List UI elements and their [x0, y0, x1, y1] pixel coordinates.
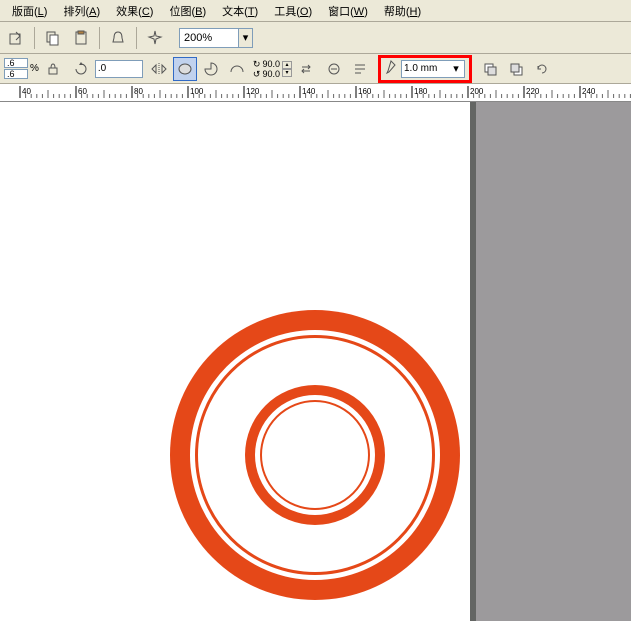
arc-icon: [229, 62, 245, 76]
to-front-icon: [483, 62, 497, 76]
pen-icon: [385, 60, 397, 77]
size-y-input[interactable]: [4, 69, 28, 79]
toolbar-button-5[interactable]: [143, 26, 167, 50]
property-bar: % ↻90.0 ↺90.0 ▴▾ 1.0 mm ▾: [0, 54, 631, 84]
to-front-button[interactable]: [478, 57, 502, 81]
swap-icon: [299, 62, 313, 76]
menu-label: 窗口: [328, 6, 350, 18]
convert-icon: [327, 62, 341, 76]
toolbar-button-2[interactable]: [41, 26, 65, 50]
outline-width-combo[interactable]: 1.0 mm ▾: [401, 60, 465, 78]
align-button[interactable]: [348, 57, 372, 81]
outline-width-highlight: 1.0 mm ▾: [378, 55, 472, 83]
menu-bitmap[interactable]: 位图(B): [161, 1, 214, 21]
menu-help[interactable]: 帮助(H): [376, 1, 429, 21]
toolbar-button-4[interactable]: [106, 26, 130, 50]
to-back-button[interactable]: [504, 57, 528, 81]
copy-icon: [45, 30, 61, 46]
menu-label: 版面: [12, 6, 34, 18]
menu-label: 文本: [222, 6, 244, 18]
menu-label: 排列: [63, 6, 85, 18]
toolbar-button-1[interactable]: [4, 26, 28, 50]
canvas[interactable]: [0, 102, 631, 621]
percent-label: %: [30, 63, 39, 74]
menu-tools[interactable]: 工具(O): [266, 1, 320, 21]
menu-label: 工具: [274, 6, 296, 18]
rotation-input[interactable]: [95, 60, 143, 78]
angle-group: ↻90.0 ↺90.0: [253, 59, 280, 79]
svg-text:240: 240: [582, 87, 596, 96]
align-icon: [353, 62, 367, 76]
angle-ccw-icon: ↺: [253, 69, 261, 79]
direction-button[interactable]: [294, 57, 318, 81]
angle2-value: 90.0: [262, 69, 280, 79]
svg-text:180: 180: [414, 87, 428, 96]
main-toolbar: ▾: [0, 22, 631, 54]
arc-button[interactable]: [225, 57, 249, 81]
angle1-value: 90.0: [262, 59, 280, 69]
svg-text:200: 200: [470, 87, 484, 96]
menu-label: 帮助: [384, 6, 406, 18]
pie-icon: [203, 62, 219, 76]
toolbar-separator: [99, 27, 100, 49]
mirror-h-button[interactable]: [147, 57, 171, 81]
chevron-down-icon[interactable]: ▾: [450, 62, 462, 75]
svg-text:140: 140: [302, 87, 316, 96]
toolbar-button-3[interactable]: [69, 26, 93, 50]
ellipse-tool-button[interactable]: [173, 57, 197, 81]
svg-text:40: 40: [22, 87, 31, 96]
menu-bar: 版面(L) 排列(A) 效果(C) 位图(B) 文本(T) 工具(O) 窗口(W…: [0, 0, 631, 22]
spinner-down-icon[interactable]: ▾: [282, 69, 292, 77]
ruler-ticks: 40 60 80 100 120 140 160 180 200 220 240: [0, 84, 631, 102]
svg-text:160: 160: [358, 87, 372, 96]
lock-ratio-button[interactable]: [41, 57, 65, 81]
size-x-input[interactable]: [4, 58, 28, 68]
menu-text[interactable]: 文本(T): [214, 1, 266, 21]
zoom-combo[interactable]: ▾: [179, 28, 253, 48]
spinner-up-icon[interactable]: ▴: [282, 61, 292, 69]
menu-window[interactable]: 窗口(W): [320, 1, 376, 21]
svg-text:220: 220: [526, 87, 540, 96]
outline-width-value: 1.0 mm: [404, 63, 450, 74]
rotate-button[interactable]: [69, 57, 93, 81]
svg-text:120: 120: [246, 87, 260, 96]
svg-text:60: 60: [78, 87, 87, 96]
size-group: [4, 58, 28, 79]
convert-button[interactable]: [322, 57, 346, 81]
svg-text:80: 80: [134, 87, 143, 96]
menu-effects[interactable]: 效果(C): [108, 1, 161, 21]
lock-icon: [46, 62, 60, 76]
mirror-h-icon: [151, 62, 167, 76]
inner-ring-stroke[interactable]: [260, 400, 370, 510]
to-back-icon: [509, 62, 523, 76]
rotate-icon: [74, 62, 88, 76]
off-page-area: [476, 102, 631, 621]
menu-label: 位图: [169, 6, 191, 18]
export-icon: [8, 30, 24, 46]
menu-layout[interactable]: 版面(L): [4, 1, 55, 21]
refresh-icon: [535, 62, 549, 76]
toolbar-separator: [136, 27, 137, 49]
bell-icon: [110, 30, 126, 46]
toolbar-separator: [34, 27, 35, 49]
zoom-input[interactable]: [180, 32, 238, 44]
svg-text:100: 100: [190, 87, 204, 96]
horizontal-ruler[interactable]: 40 60 80 100 120 140 160 180 200 220 240: [0, 84, 631, 102]
menu-label: 效果: [116, 6, 138, 18]
paste-icon: [73, 30, 89, 46]
ellipse-icon: [177, 62, 193, 76]
refresh-button[interactable]: [530, 57, 554, 81]
angle-cw-icon: ↻: [253, 59, 261, 69]
spark-icon: [147, 30, 163, 46]
angle-spinner[interactable]: ▴▾: [282, 61, 292, 77]
menu-arrange[interactable]: 排列(A): [55, 1, 108, 21]
chevron-down-icon[interactable]: ▾: [238, 29, 252, 47]
pie-button[interactable]: [199, 57, 223, 81]
